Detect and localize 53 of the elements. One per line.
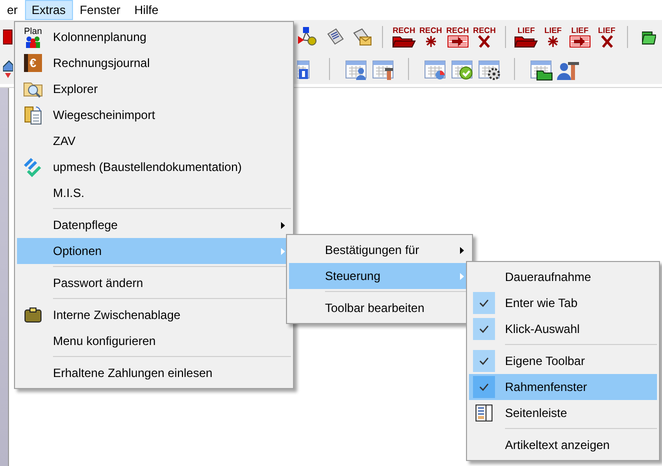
menu-item[interactable]: Seitenleiste xyxy=(469,400,657,426)
toolbar-button[interactable]: LIEF xyxy=(593,22,620,50)
menu-item[interactable]: Eigene Toolbar xyxy=(469,348,657,374)
menu-item[interactable]: Enter wie Tab xyxy=(469,290,657,316)
menu-item[interactable]: Menu konfigurieren xyxy=(17,328,291,354)
folder-icon xyxy=(514,34,538,48)
sidebar-icon xyxy=(475,404,493,422)
menu-item[interactable]: er xyxy=(0,0,25,20)
menu-item[interactable]: Extras xyxy=(24,0,73,20)
toolbar-button[interactable]: LIEF xyxy=(566,22,594,50)
network-icon xyxy=(297,26,320,48)
arrow-in-icon xyxy=(568,34,592,48)
toolbar-button[interactable]: LIEF xyxy=(540,22,566,50)
submenu-arrow-icon xyxy=(460,272,464,280)
toolbar-button[interactable]: LIEF xyxy=(512,22,540,50)
envelope-icon xyxy=(351,26,374,48)
check-icon xyxy=(479,357,489,365)
upmesh-logo-icon xyxy=(23,157,43,177)
menu-item[interactable]: ZAV xyxy=(17,128,291,154)
check-icon xyxy=(479,299,489,307)
toolbar-button[interactable]: RECH xyxy=(470,22,498,50)
menu-item[interactable]: Toolbar bearbeiten xyxy=(289,295,470,321)
menu-item[interactable]: M.I.S. xyxy=(17,180,291,206)
people-icon xyxy=(24,36,42,48)
book-icon: € xyxy=(24,54,42,72)
menu-item[interactable]: Datenpflege xyxy=(17,212,291,238)
clipboard-icon xyxy=(24,306,42,324)
menu-item[interactable]: Klick-Auswahl xyxy=(469,316,657,342)
menu-item[interactable]: upmesh (Baustellendokumentation) xyxy=(17,154,291,180)
menu-item[interactable]: Daueraufnahme xyxy=(469,264,657,290)
folder-icon xyxy=(392,34,416,48)
menu-item[interactable]: Fenster xyxy=(72,0,128,20)
menu-item[interactable]: Plan Kolonnenplanung xyxy=(17,24,291,50)
menu-item[interactable]: Hilfe xyxy=(127,0,166,20)
icon-caption: Plan xyxy=(24,26,42,36)
submenu-arrow-icon xyxy=(281,222,285,228)
submenu-arrow-icon xyxy=(281,248,285,254)
arrow-in-icon xyxy=(446,34,470,48)
menu-item[interactable]: Bestätigungen für xyxy=(289,237,470,263)
menu-item[interactable]: Wiegescheinimport xyxy=(17,102,291,128)
menu-item[interactable]: Explorer xyxy=(17,76,291,102)
check-icon xyxy=(479,325,489,333)
menu-item[interactable]: € Rechnungsjournal xyxy=(17,50,291,76)
documents-icon xyxy=(23,105,43,125)
toolbar-button[interactable]: RECH xyxy=(390,22,418,50)
submenu-arrow-icon xyxy=(460,246,464,254)
toolbar-button[interactable]: RECH xyxy=(444,22,471,50)
menu-item[interactable]: Artikeltext anzeigen xyxy=(469,432,657,458)
house-icon xyxy=(3,58,13,80)
check-icon xyxy=(479,383,489,391)
menu-item[interactable]: Erhaltene Zahlungen einlesen xyxy=(17,360,291,386)
toolbar-button[interactable]: RECH xyxy=(417,22,444,50)
menu-item[interactable]: Rahmenfenster xyxy=(469,374,657,400)
